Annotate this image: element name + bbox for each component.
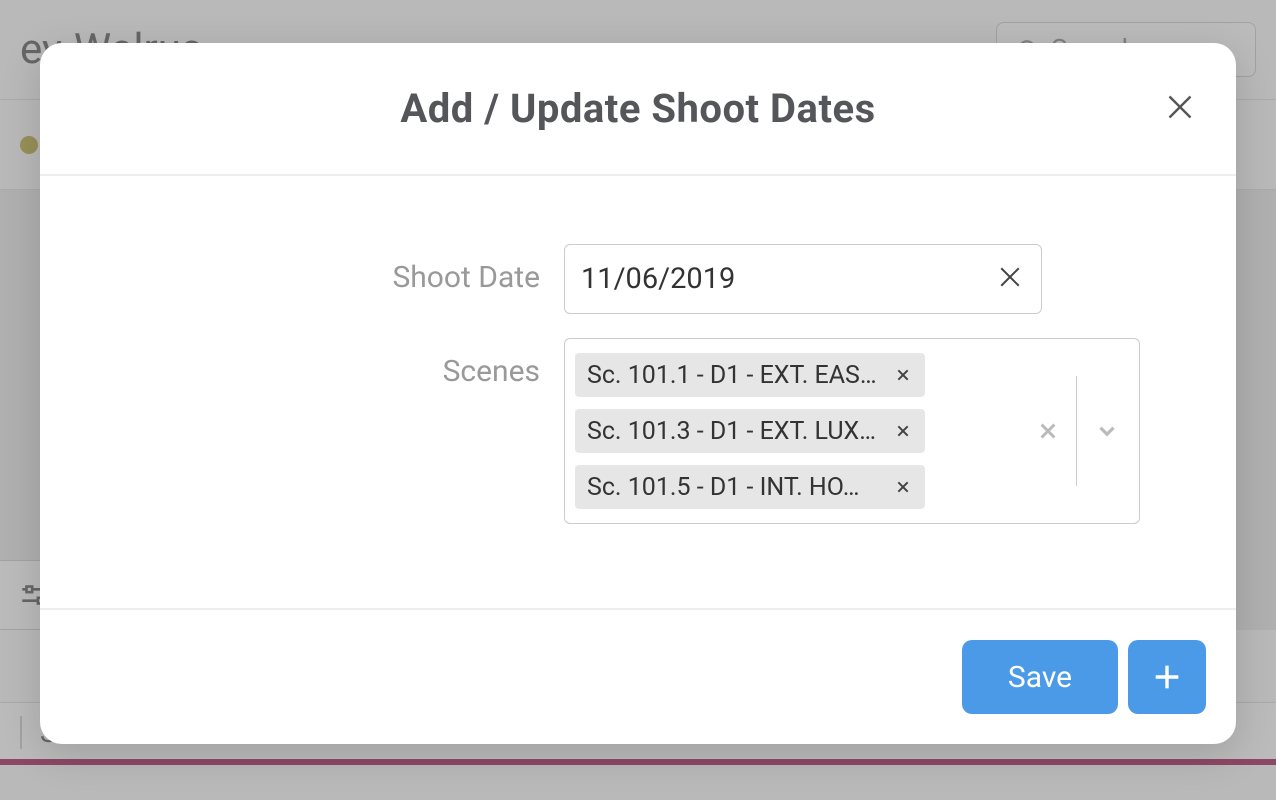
scenes-tags-list: Sc. 101.1 - D1 - EXT. EAS… Sc. 101.3 - D… — [565, 339, 1018, 523]
scenes-label: Scenes — [80, 338, 540, 389]
save-button[interactable]: Save — [962, 640, 1118, 714]
shoot-date-row: Shoot Date — [80, 244, 1196, 314]
close-icon — [895, 367, 911, 383]
divider — [1076, 376, 1077, 486]
scene-tag: Sc. 101.3 - D1 - EXT. LUX… — [575, 409, 925, 453]
close-icon — [1037, 420, 1059, 442]
scene-tag-remove-button[interactable] — [885, 367, 921, 383]
scene-tag-label: Sc. 101.1 - D1 - EXT. EAS… — [587, 361, 885, 390]
scenes-dropdown-toggle[interactable] — [1079, 418, 1135, 444]
scene-tag-label: Sc. 101.5 - D1 - INT. HO… — [587, 473, 885, 502]
scenes-multiselect[interactable]: Sc. 101.1 - D1 - EXT. EAS… Sc. 101.3 - D… — [564, 338, 1140, 524]
scenes-row: Scenes Sc. 101.1 - D1 - EXT. EAS… Sc. 10… — [80, 338, 1196, 524]
shoot-date-input-wrapper[interactable] — [564, 244, 1042, 314]
plus-icon — [1150, 660, 1184, 694]
shoot-date-label: Shoot Date — [80, 244, 540, 295]
add-button[interactable] — [1128, 640, 1206, 714]
shoot-date-clear-button[interactable] — [995, 262, 1025, 296]
scenes-clear-all-button[interactable] — [1022, 420, 1074, 442]
scene-tag: Sc. 101.5 - D1 - INT. HO… — [575, 465, 925, 509]
close-icon — [895, 479, 911, 495]
close-icon — [1162, 89, 1198, 125]
shoot-date-input[interactable] — [581, 262, 995, 296]
scene-tag-label: Sc. 101.3 - D1 - EXT. LUX… — [587, 417, 885, 446]
modal-footer: Save — [40, 608, 1236, 744]
modal-title: Add / Update Shoot Dates — [400, 85, 875, 132]
scene-tag-remove-button[interactable] — [885, 479, 921, 495]
scenes-controls — [1018, 339, 1139, 523]
chevron-down-icon — [1094, 418, 1120, 444]
scene-tag-remove-button[interactable] — [885, 423, 921, 439]
modal-header: Add / Update Shoot Dates — [40, 43, 1236, 176]
scene-tag: Sc. 101.1 - D1 - EXT. EAS… — [575, 353, 925, 397]
close-icon — [895, 423, 911, 439]
modal-body: Shoot Date Scenes Sc. 101.1 - D1 - EXT. … — [40, 176, 1236, 608]
close-icon — [995, 262, 1025, 292]
modal-close-button[interactable] — [1162, 89, 1198, 129]
shoot-dates-modal: Add / Update Shoot Dates Shoot Date Scen… — [40, 43, 1236, 744]
